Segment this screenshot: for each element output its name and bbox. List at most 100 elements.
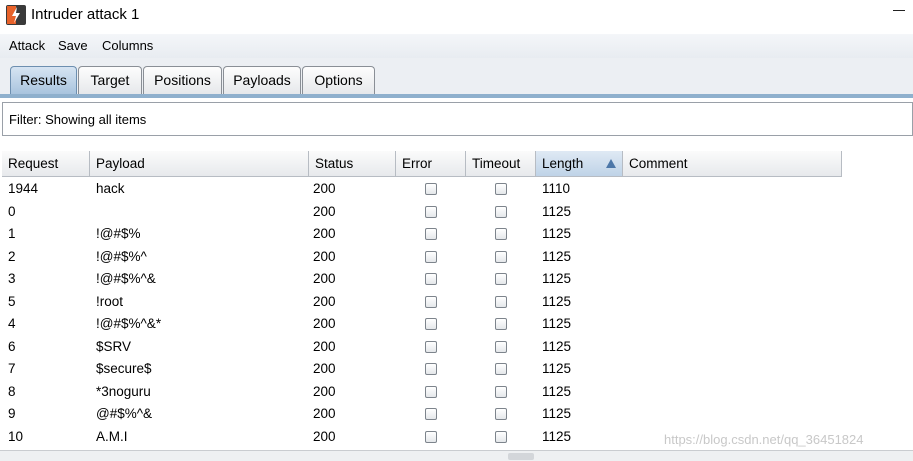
table-row[interactable]: 8 *3noguru 200 1125 <box>2 381 842 404</box>
timeout-checkbox[interactable] <box>495 385 507 398</box>
timeout-checkbox[interactable] <box>495 430 507 443</box>
window-title: Intruder attack 1 <box>31 6 140 23</box>
menu-attack[interactable]: Attack <box>9 38 45 54</box>
timeout-checkbox[interactable] <box>495 183 507 195</box>
timeout-checkbox[interactable] <box>495 408 507 420</box>
cell-request: 5 <box>8 293 16 309</box>
table-row[interactable]: 5 !root 200 1125 <box>2 291 842 314</box>
error-checkbox[interactable] <box>425 205 437 218</box>
cell-length: 1125 <box>542 293 572 309</box>
timeout-checkbox[interactable] <box>495 205 507 218</box>
cell-payload: $SRV <box>96 338 132 354</box>
column-header-timeout[interactable]: Timeout <box>466 151 536 177</box>
error-checkbox[interactable] <box>425 228 437 240</box>
timeout-checkbox[interactable] <box>495 295 507 308</box>
error-checkbox[interactable] <box>425 408 437 420</box>
cell-payload: @#$%^& <box>96 406 153 421</box>
table-row[interactable]: 3 !@#$%^& 200 1125 <box>2 268 842 291</box>
cell-payload: !@#$%^ <box>96 248 147 264</box>
minimize-button[interactable] <box>893 2 905 16</box>
cell-status: 200 <box>313 248 336 264</box>
table-row[interactable]: 2 !@#$%^ 200 1125 <box>2 246 842 269</box>
tab-target[interactable]: Target <box>78 66 142 94</box>
column-header-request[interactable]: Request <box>2 151 90 177</box>
tab-positions[interactable]: Positions <box>143 66 222 94</box>
error-checkbox[interactable] <box>425 318 437 330</box>
timeout-checkbox[interactable] <box>495 318 507 330</box>
column-header-error[interactable]: Error <box>396 151 466 177</box>
cell-status: 200 <box>313 316 336 331</box>
cell-length: 1125 <box>542 271 572 286</box>
sort-ascending-icon <box>606 159 616 168</box>
scrollbar-thumb[interactable] <box>508 453 534 460</box>
table-row[interactable]: 1944 hack 200 1110 <box>2 178 842 201</box>
cell-request: 10 <box>8 428 24 444</box>
cell-request: 6 <box>8 338 16 354</box>
error-checkbox[interactable] <box>425 385 437 398</box>
column-header-payload[interactable]: Payload <box>90 151 309 177</box>
cell-payload: !@#$%^& <box>96 271 156 286</box>
error-checkbox[interactable] <box>425 273 437 285</box>
table-row[interactable]: 7 $secure$ 200 1125 <box>2 358 842 381</box>
tab-results[interactable]: Results <box>10 66 77 94</box>
cell-payload: !@#$%^&* <box>96 316 162 331</box>
cell-request: 0 <box>8 203 16 219</box>
cell-length: 1110 <box>542 181 571 196</box>
error-checkbox[interactable] <box>425 340 437 353</box>
cell-request: 7 <box>8 361 16 376</box>
filter-text: Filter: Showing all items <box>9 112 147 127</box>
burp-lightning-icon <box>6 5 26 25</box>
column-header-comment[interactable]: Comment <box>623 151 842 177</box>
cell-request: 1944 <box>8 181 39 196</box>
cell-request: 8 <box>8 383 16 399</box>
timeout-checkbox[interactable] <box>495 363 507 375</box>
error-checkbox[interactable] <box>425 183 437 195</box>
table-row[interactable]: 1 !@#$% 200 1125 <box>2 223 842 246</box>
cell-status: 200 <box>313 181 336 196</box>
table-row[interactable]: 4 !@#$%^&* 200 1125 <box>2 313 842 336</box>
cell-payload: !root <box>96 293 124 309</box>
table-header: Request Payload Status Error Timeout Len… <box>2 151 842 177</box>
cell-length: 1125 <box>542 428 572 444</box>
tab-options[interactable]: Options <box>302 66 375 94</box>
cell-payload: hack <box>96 181 125 196</box>
tab-underline <box>0 94 913 98</box>
error-checkbox[interactable] <box>425 250 437 263</box>
cell-payload: A.M.I <box>96 428 128 444</box>
timeout-checkbox[interactable] <box>495 250 507 263</box>
cell-request: 4 <box>8 316 16 331</box>
cell-status: 200 <box>313 203 336 219</box>
cell-length: 1125 <box>542 226 572 241</box>
timeout-checkbox[interactable] <box>495 340 507 353</box>
cell-length: 1125 <box>542 406 572 421</box>
cell-request: 3 <box>8 271 16 286</box>
cell-status: 200 <box>313 271 336 286</box>
cell-length: 1125 <box>542 383 572 399</box>
cell-status: 200 <box>313 406 336 421</box>
timeout-checkbox[interactable] <box>495 228 507 240</box>
table-row[interactable]: 9 @#$%^& 200 1125 <box>2 403 842 426</box>
column-header-length[interactable]: Length <box>536 151 623 177</box>
cell-length: 1125 <box>542 316 572 331</box>
cell-status: 200 <box>313 428 336 444</box>
column-header-status[interactable]: Status <box>309 151 396 177</box>
title-bar: Intruder attack 1 <box>0 0 913 30</box>
cell-length: 1125 <box>542 361 572 376</box>
cell-status: 200 <box>313 293 336 309</box>
error-checkbox[interactable] <box>425 363 437 375</box>
filter-bar[interactable]: Filter: Showing all items <box>2 102 913 136</box>
error-checkbox[interactable] <box>425 295 437 308</box>
cell-payload: !@#$% <box>96 226 141 241</box>
cell-status: 200 <box>313 338 336 354</box>
cell-request: 2 <box>8 248 16 264</box>
menu-columns[interactable]: Columns <box>102 38 153 54</box>
error-checkbox[interactable] <box>425 430 437 443</box>
tab-payloads[interactable]: Payloads <box>223 66 301 94</box>
timeout-checkbox[interactable] <box>495 273 507 285</box>
menu-save[interactable]: Save <box>58 38 88 54</box>
cell-length: 1125 <box>542 203 572 219</box>
horizontal-scrollbar[interactable] <box>0 450 913 461</box>
table-row[interactable]: 6 $SRV 200 1125 <box>2 336 842 359</box>
cell-request: 1 <box>8 226 16 241</box>
table-row[interactable]: 0 200 1125 <box>2 201 842 224</box>
